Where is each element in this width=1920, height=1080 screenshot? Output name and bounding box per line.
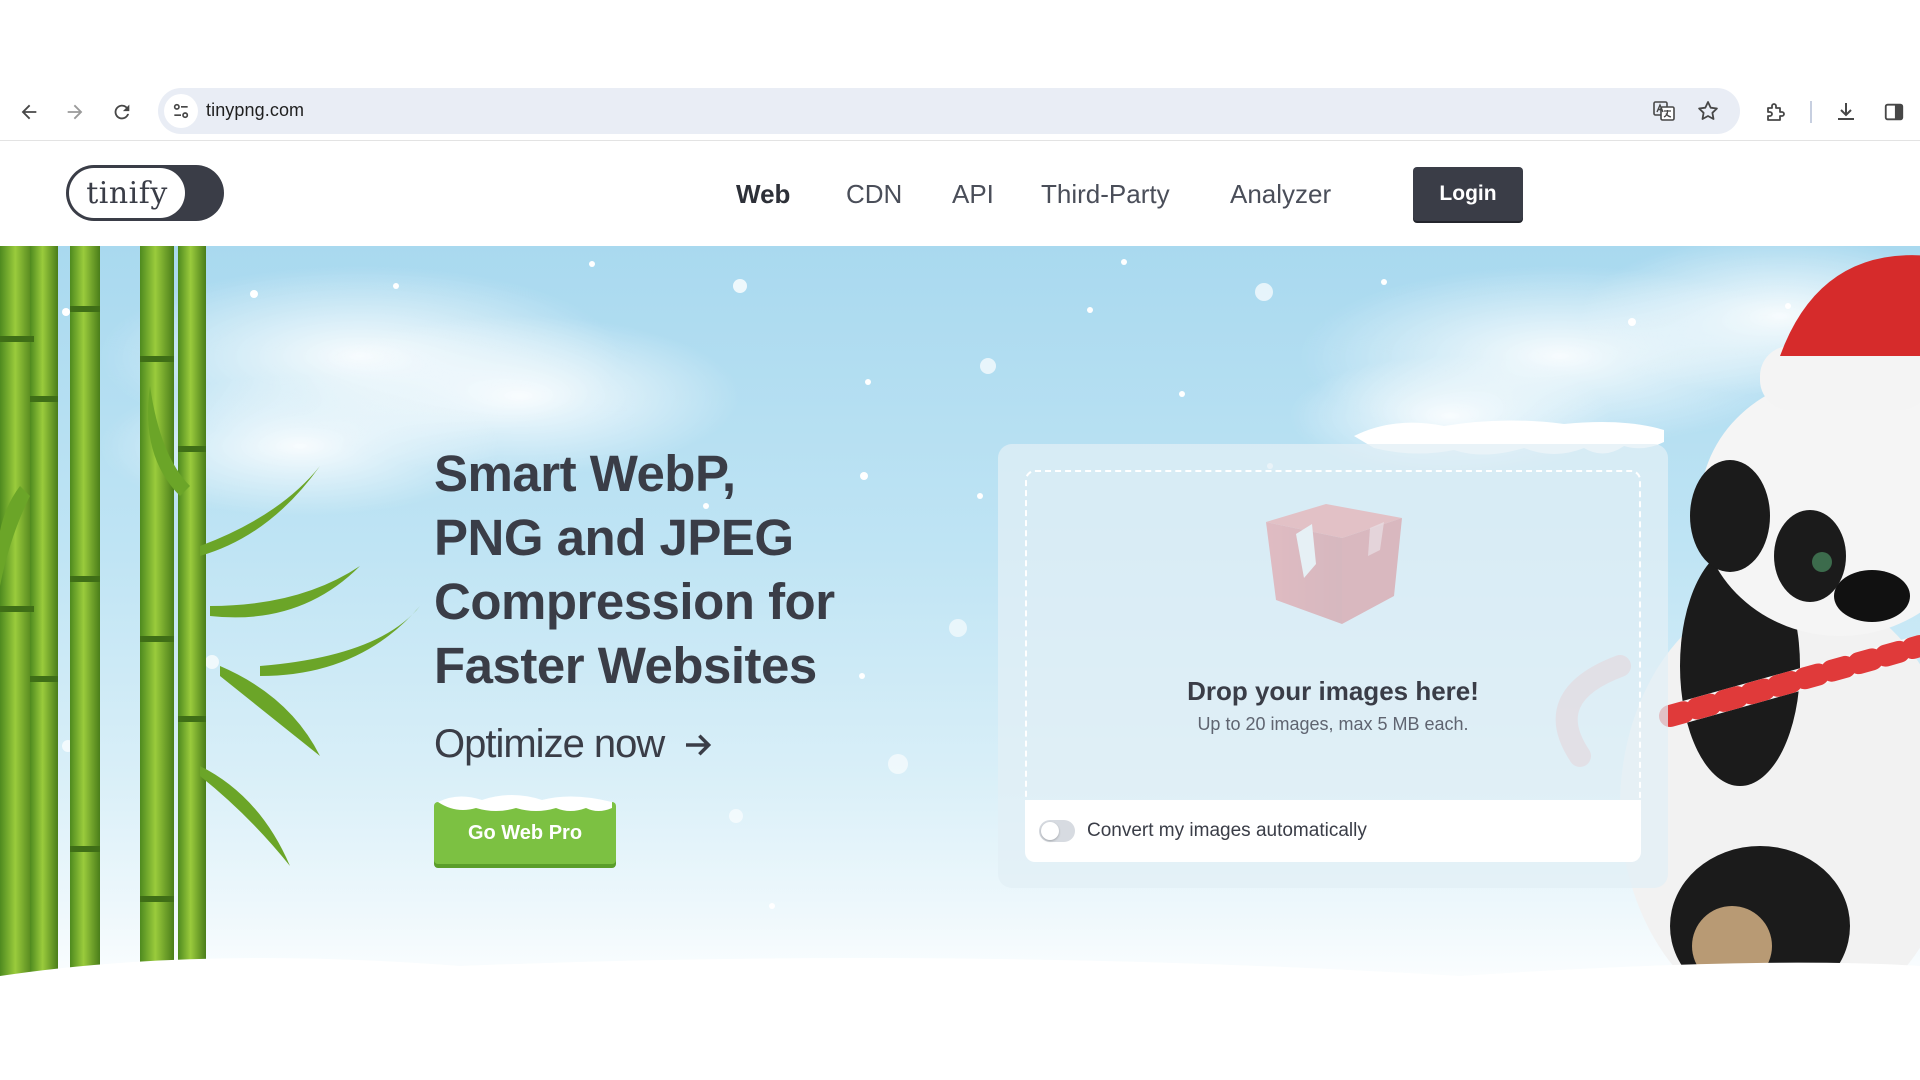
- headline-line: Faster Websites: [434, 637, 817, 694]
- convert-option: Convert my images automatically: [1025, 800, 1641, 862]
- nav-web[interactable]: Web: [736, 179, 790, 210]
- star-icon: [1698, 101, 1718, 120]
- browser-toolbar: tinypng.com: [0, 84, 1920, 140]
- arrow-left-icon: [21, 104, 37, 120]
- logo-text: tinify: [86, 175, 168, 211]
- arrow-right-icon: [67, 104, 83, 120]
- tune-icon: [173, 103, 189, 119]
- side-panel-button[interactable]: [1876, 94, 1912, 130]
- translate-button[interactable]: [1650, 97, 1678, 125]
- site-header: tinify Web CDN API Third-Party Analyzer …: [0, 141, 1920, 246]
- headline-line: PNG and JPEG: [434, 509, 794, 566]
- back-button[interactable]: [11, 94, 47, 130]
- button-snow: [438, 795, 612, 811]
- drop-subtitle: Up to 20 images, max 5 MB each.: [1197, 714, 1469, 734]
- side-panel-icon: [1884, 103, 1904, 121]
- url-text: tinypng.com: [206, 100, 305, 120]
- toggle-knob: [1041, 822, 1059, 840]
- nav-cdn[interactable]: CDN: [846, 179, 902, 210]
- convert-toggle[interactable]: [1039, 820, 1075, 842]
- drop-zone[interactable]: [1025, 470, 1641, 808]
- optimize-now-label: Optimize now: [434, 722, 665, 766]
- reload-button[interactable]: [104, 94, 140, 130]
- forward-button[interactable]: [57, 94, 93, 130]
- hero-headline: Smart WebP, PNG and JPEG Compression for…: [434, 442, 894, 698]
- translate-icon: [1653, 101, 1675, 121]
- headline-line: Compression for: [434, 573, 835, 630]
- puzzle-icon: [1767, 103, 1785, 121]
- toolbar-divider: [1810, 101, 1812, 123]
- extensions-button[interactable]: [1758, 94, 1794, 130]
- bookmark-button[interactable]: [1694, 97, 1722, 125]
- logo-pill: tinify: [69, 168, 185, 218]
- download-icon: [1838, 103, 1854, 120]
- headline-line: Smart WebP,: [434, 445, 736, 502]
- reload-icon: [114, 104, 130, 120]
- tinify-logo[interactable]: tinify: [66, 165, 224, 221]
- address-bar[interactable]: tinypng.com: [158, 88, 1740, 134]
- downloads-button[interactable]: [1828, 94, 1864, 130]
- convert-label: Convert my images automatically: [1087, 820, 1367, 841]
- nav-third-party[interactable]: Third-Party: [1041, 179, 1170, 210]
- optimize-now-link[interactable]: Optimize now: [434, 722, 714, 767]
- nav-analyzer[interactable]: Analyzer: [1230, 179, 1331, 210]
- arrow-right-icon: [686, 734, 712, 756]
- ground-snow: [0, 958, 1920, 1002]
- hero-section: Smart WebP, PNG and JPEG Compression for…: [0, 246, 1920, 1002]
- site-info-button[interactable]: [164, 94, 198, 128]
- login-button[interactable]: Login: [1413, 167, 1523, 221]
- drop-title: Drop your images here!: [1187, 676, 1479, 706]
- nav-api[interactable]: API: [952, 179, 994, 210]
